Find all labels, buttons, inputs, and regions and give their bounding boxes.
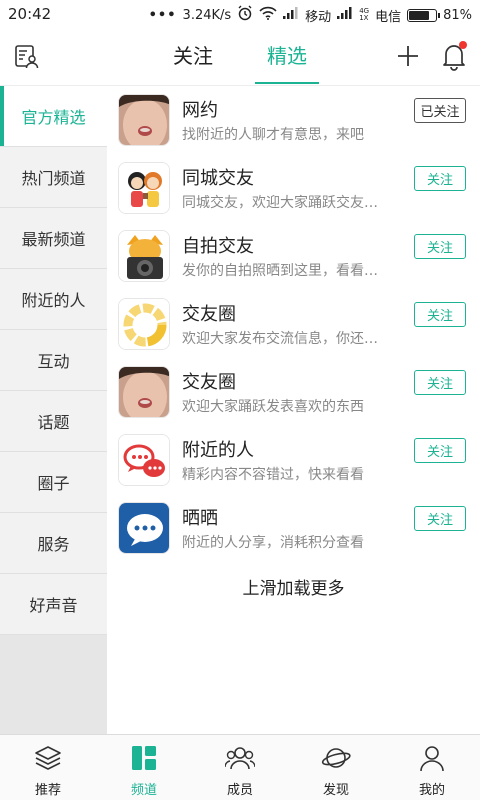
channel-description: 同城交友，欢迎大家踊跃交友… (182, 195, 378, 211)
channel-title: 自拍交友 (182, 236, 254, 257)
nav-members[interactable]: 成员 (192, 735, 288, 800)
battery-icon (407, 8, 441, 22)
layers-icon (33, 743, 63, 773)
status-bar: 20:42 ••• 3.24K/s 移动 4G 1X 电信 81% (0, 0, 480, 28)
sidebar-item-topics[interactable]: 话题 (0, 391, 107, 452)
members-icon (224, 743, 256, 773)
nav-discover[interactable]: 发现 (288, 735, 384, 800)
blue-chat-bubble-avatar (118, 502, 170, 554)
yellow-ring-avatar (118, 298, 170, 350)
planet-icon (321, 743, 351, 773)
follow-button[interactable]: 关注 (414, 234, 466, 259)
status-right: ••• 3.24K/s 移动 4G 1X 电信 81% (149, 5, 472, 25)
grid-icon (129, 743, 159, 773)
sidebar-item-services[interactable]: 服务 (0, 513, 107, 574)
channel-title: 交友圈 (182, 372, 236, 393)
list-item[interactable]: 自拍交友 发你的自拍照晒到这里，看看… 关注 (107, 222, 480, 290)
notification-dot (459, 41, 467, 49)
channel-title: 同城交友 (182, 168, 254, 189)
carrier-1: 移动 (305, 9, 332, 25)
nav-recommend[interactable]: 推荐 (0, 735, 96, 800)
top-header: 关注 精选 (0, 28, 480, 86)
list-item[interactable]: 附近的人 精彩内容不容错过，快来看看 关注 (107, 426, 480, 494)
network-speed: 3.24K/s (182, 7, 232, 23)
cartoon-couple-avatar (118, 162, 170, 214)
follow-button[interactable]: 关注 (414, 302, 466, 327)
status-time: 20:42 (8, 5, 52, 23)
follow-button[interactable]: 关注 (414, 506, 466, 531)
face-photo-avatar (118, 94, 170, 146)
list-item[interactable]: 网约 找附近的人聊才有意思，来吧 已关注 (107, 86, 480, 154)
channel-title: 交友圈 (182, 304, 236, 325)
battery-fill (409, 10, 430, 20)
list-item[interactable]: 交友圈 欢迎大家发布交流信息，你还… 关注 (107, 290, 480, 358)
nav-label: 推荐 (34, 783, 61, 798)
wifi-icon (259, 6, 277, 24)
channel-description: 欢迎大家发布交流信息，你还… (182, 331, 378, 347)
sidebar-item-interaction[interactable]: 互动 (0, 330, 107, 391)
sidebar-item-good-voice[interactable]: 好声音 (0, 574, 107, 635)
sidebar-item-hot-channels[interactable]: 热门频道 (0, 147, 107, 208)
camera-dog-avatar (118, 230, 170, 282)
nav-label: 成员 (226, 783, 253, 798)
alarm-icon (237, 5, 253, 25)
follow-button[interactable]: 关注 (414, 438, 466, 463)
channel-title: 网约 (182, 100, 218, 121)
nav-label: 我的 (418, 783, 445, 798)
notification-dots: ••• (148, 7, 177, 23)
channel-description: 找附近的人聊才有意思，来吧 (182, 127, 364, 143)
person-icon (417, 743, 447, 773)
signal-icon-2 (337, 7, 353, 23)
follow-button[interactable]: 关注 (414, 166, 466, 191)
channel-title: 附近的人 (182, 440, 254, 461)
channel-sidebar: 官方精选 热门频道 最新频道 附近的人 互动 话题 圈子 服务 好声音 (0, 86, 107, 734)
face-photo-avatar (118, 366, 170, 418)
sidebar-item-circles[interactable]: 圈子 (0, 452, 107, 513)
list-item[interactable]: 同城交友 同城交友，欢迎大家踊跃交友… 关注 (107, 154, 480, 222)
battery-percent: 81% (443, 7, 472, 23)
channel-description: 欢迎大家踊跃发表喜欢的东西 (182, 399, 364, 415)
plus-icon[interactable] (394, 42, 422, 70)
tab-following[interactable]: 关注 (161, 28, 225, 84)
channel-title: 晒晒 (182, 508, 218, 529)
bottom-nav: 推荐 频道 成员 发现 我的 (0, 734, 480, 800)
followed-button[interactable]: 已关注 (414, 98, 466, 123)
list-item[interactable]: 晒晒 附近的人分享，消耗积分查看 关注 (107, 494, 480, 562)
bell-icon[interactable] (440, 41, 468, 71)
channel-description: 精彩内容不容错过，快来看看 (182, 467, 364, 483)
nav-label: 发现 (322, 783, 349, 798)
load-more-hint[interactable]: 上滑加载更多 (107, 574, 480, 599)
sidebar-item-new-channels[interactable]: 最新频道 (0, 208, 107, 269)
sidebar-item-official-picks[interactable]: 官方精选 (0, 86, 107, 147)
list-item[interactable]: 交友圈 欢迎大家踊跃发表喜欢的东西 关注 (107, 358, 480, 426)
nav-mine[interactable]: 我的 (384, 735, 480, 800)
network-type: 4G 1X (359, 7, 370, 22)
tab-featured[interactable]: 精选 (255, 28, 319, 84)
sidebar-item-nearby-people[interactable]: 附近的人 (0, 269, 107, 330)
follow-button[interactable]: 关注 (414, 370, 466, 395)
signal-icon (283, 7, 299, 23)
nav-channels[interactable]: 频道 (96, 735, 192, 800)
red-chat-bubbles-avatar (118, 434, 170, 486)
channel-list: 网约 找附近的人聊才有意思，来吧 已关注 同城交友 同城交友，欢迎大家踊跃交友…… (107, 86, 480, 734)
channel-description: 发你的自拍照晒到这里，看看… (182, 263, 378, 279)
channel-description: 附近的人分享，消耗积分查看 (182, 535, 364, 551)
carrier-2: 电信 (375, 9, 402, 25)
nav-label: 频道 (130, 783, 157, 798)
